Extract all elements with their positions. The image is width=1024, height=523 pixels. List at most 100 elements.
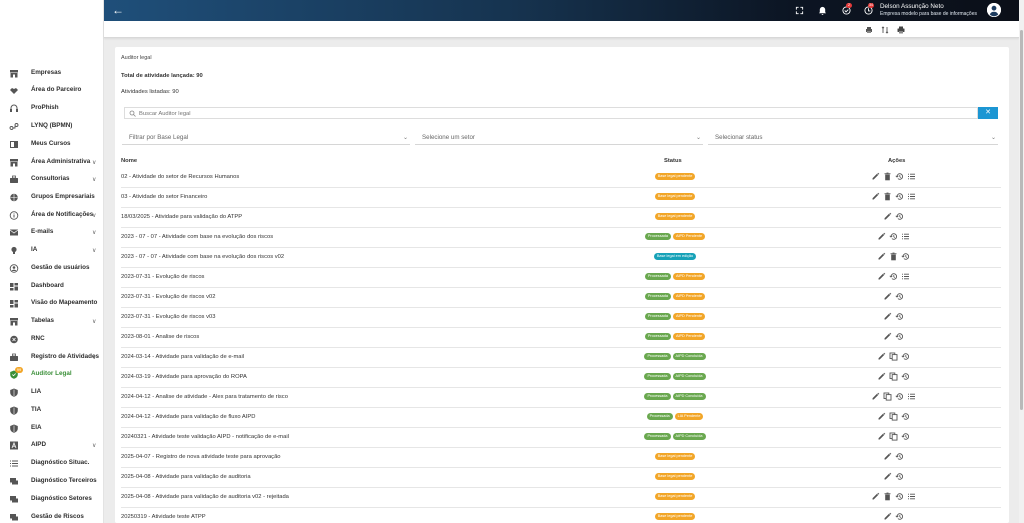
edit-icon[interactable] <box>883 292 892 301</box>
print-icon[interactable] <box>897 26 905 34</box>
sidebar-item[interactable]: LYNQ (BPMN) <box>0 118 104 135</box>
user-name[interactable]: Delson Assunção Neto <box>880 3 944 10</box>
fullscreen-icon[interactable] <box>795 6 804 15</box>
back-arrow-icon[interactable]: ← <box>112 4 125 17</box>
sidebar-item[interactable]: Área do Parceiro <box>0 82 104 99</box>
history-icon[interactable] <box>895 332 904 341</box>
sidebar-item[interactable]: Empresas <box>0 65 104 82</box>
history-icon[interactable] <box>895 492 904 501</box>
sidebar-item[interactable]: Gestão de usuários <box>0 260 104 277</box>
copy-icon[interactable] <box>889 412 898 421</box>
sidebar-item[interactable]: IA ∨ <box>0 242 104 259</box>
list-icon[interactable] <box>907 172 916 181</box>
history-icon[interactable] <box>895 192 904 201</box>
bell-icon[interactable] <box>818 6 827 15</box>
list-icon[interactable] <box>907 192 916 201</box>
edit-icon[interactable] <box>883 312 892 321</box>
edit-icon[interactable] <box>877 432 886 441</box>
history-icon[interactable] <box>895 452 904 461</box>
sidebar-item[interactable]: Diagnóstico Setores <box>0 491 104 508</box>
history-icon[interactable] <box>895 292 904 301</box>
history-icon[interactable] <box>901 252 910 261</box>
edit-icon[interactable] <box>877 232 886 241</box>
edit-icon[interactable] <box>883 212 892 221</box>
history-icon[interactable] <box>895 512 904 521</box>
sidebar-item[interactable]: Área Administrativa ∨ <box>0 154 104 171</box>
edit-icon[interactable] <box>883 472 892 481</box>
trash-icon[interactable] <box>883 172 892 181</box>
sort-icon[interactable] <box>881 26 889 34</box>
list-icon[interactable] <box>901 272 910 281</box>
edit-icon[interactable] <box>871 172 880 181</box>
chevron-down-icon[interactable]: ∨ <box>92 442 96 449</box>
history-icon[interactable] <box>895 172 904 181</box>
clear-search-button[interactable]: ✕ <box>978 107 998 119</box>
trash-icon[interactable] <box>883 192 892 201</box>
sidebar-item[interactable]: E-mails ∨ <box>0 224 104 241</box>
sidebar-item[interactable]: Diagnóstico Terceiros <box>0 473 104 490</box>
history-icon[interactable] <box>895 312 904 321</box>
list-icon[interactable] <box>901 232 910 241</box>
chevron-down-icon[interactable]: ∨ <box>92 318 96 325</box>
edit-icon[interactable] <box>877 372 886 381</box>
edit-icon[interactable] <box>871 192 880 201</box>
edit-icon[interactable] <box>877 412 886 421</box>
copy-icon[interactable] <box>889 372 898 381</box>
history-icon[interactable] <box>895 472 904 481</box>
copy-icon[interactable] <box>889 432 898 441</box>
sidebar-item[interactable]: Registro de Atividades ∨ <box>0 349 104 366</box>
trash-icon[interactable] <box>889 252 898 261</box>
sidebar-item[interactable]: AIPD ∨ <box>0 437 104 454</box>
avatar[interactable] <box>987 3 1001 17</box>
sidebar-item[interactable]: Dashboard <box>0 278 104 295</box>
sidebar-item[interactable]: Diagnóstico Situac. <box>0 455 104 472</box>
chevron-down-icon[interactable]: ∨ <box>92 247 96 254</box>
sidebar-item[interactable]: Grupos Empresariais <box>0 189 104 206</box>
sidebar-item[interactable]: LIA <box>0 384 104 401</box>
sidebar-item[interactable]: Meus Cursos <box>0 136 104 153</box>
list-icon[interactable] <box>907 392 916 401</box>
copy-icon[interactable] <box>889 352 898 361</box>
history-icon[interactable] <box>901 372 910 381</box>
list-icon[interactable] <box>907 492 916 501</box>
edit-icon[interactable] <box>871 392 880 401</box>
chevron-down-icon[interactable]: ∨ <box>92 176 96 183</box>
sidebar-item[interactable]: Gestão de Riscos <box>0 509 104 523</box>
scrollbar-thumb[interactable] <box>1020 30 1023 410</box>
chevron-down-icon[interactable]: ∨ <box>92 212 96 219</box>
history-icon[interactable] <box>901 412 910 421</box>
sidebar-item[interactable]: Tabelas ∨ <box>0 313 104 330</box>
sidebar-item[interactable]: Área de Notificações ∨ <box>0 207 104 224</box>
search-input[interactable] <box>139 109 959 118</box>
edit-icon[interactable] <box>877 352 886 361</box>
history-icon[interactable] <box>889 232 898 241</box>
history-icon[interactable] <box>901 352 910 361</box>
history-icon[interactable] <box>889 272 898 281</box>
edit-icon[interactable] <box>883 452 892 461</box>
history-icon[interactable] <box>895 392 904 401</box>
scrollbar[interactable] <box>1019 0 1024 523</box>
sidebar-item[interactable]: ProPhish <box>0 100 104 117</box>
history-icon[interactable] <box>895 212 904 221</box>
copy-icon[interactable] <box>883 392 892 401</box>
chevron-down-icon[interactable]: ∨ <box>92 229 96 236</box>
sidebar-item[interactable]: 99 Auditor Legal <box>0 366 104 383</box>
status-filter[interactable]: Selecionar status ⌄ <box>708 131 998 145</box>
legal-basis-filter[interactable]: Filtrar por Base Legal ⌄ <box>122 131 410 145</box>
sidebar-item[interactable]: EIA <box>0 420 104 437</box>
sidebar-item[interactable]: RNC <box>0 331 104 348</box>
chevron-down-icon[interactable]: ∨ <box>92 354 96 361</box>
edit-icon[interactable] <box>883 512 892 521</box>
sector-filter[interactable]: Selecione um setor ⌄ <box>415 131 703 145</box>
edit-icon[interactable] <box>877 272 886 281</box>
edit-icon[interactable] <box>871 492 880 501</box>
printer-icon[interactable] <box>865 26 873 34</box>
chevron-down-icon[interactable]: ∨ <box>92 159 96 166</box>
sidebar-item[interactable]: TIA <box>0 402 104 419</box>
history-icon[interactable] <box>901 432 910 441</box>
edit-icon[interactable] <box>883 332 892 341</box>
sidebar-item[interactable]: Consultorias ∨ <box>0 171 104 188</box>
column-header-name[interactable]: Nome <box>121 158 137 164</box>
sidebar-item[interactable]: Visão do Mapeamento <box>0 295 104 312</box>
trash-icon[interactable] <box>883 492 892 501</box>
